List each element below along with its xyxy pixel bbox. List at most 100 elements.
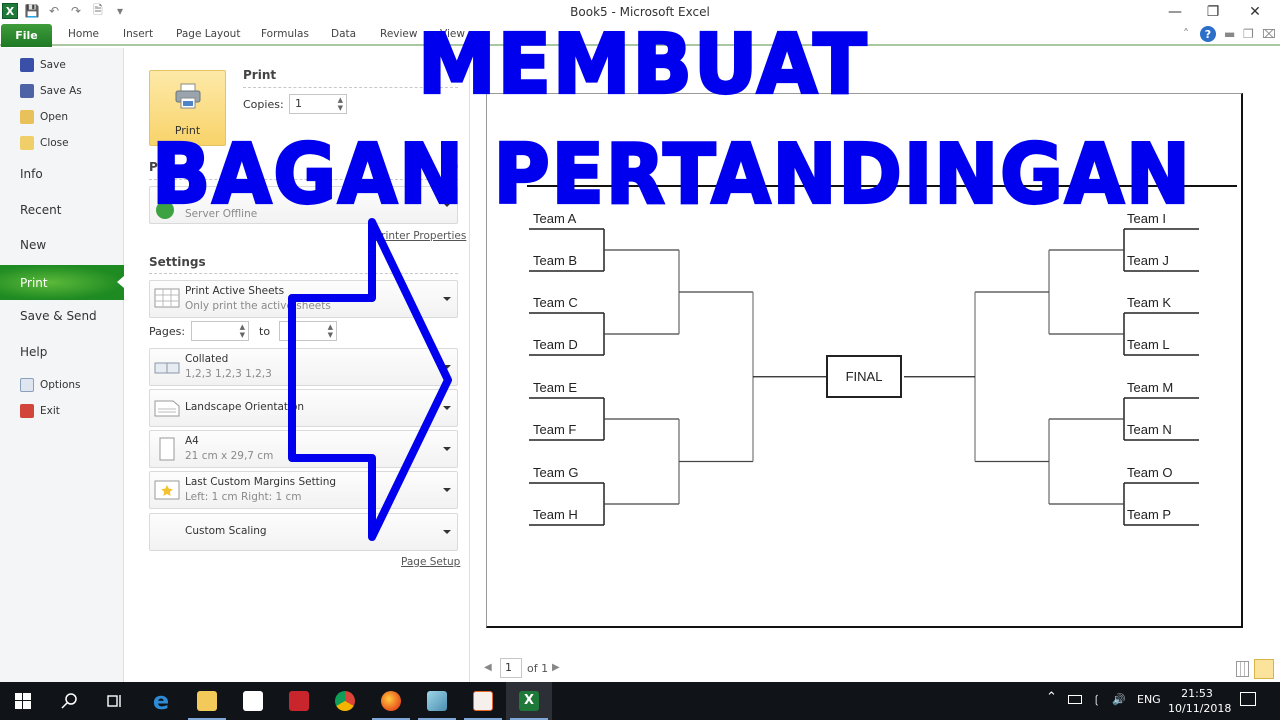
- tab-file[interactable]: File: [1, 24, 52, 47]
- paper-icon: [159, 437, 175, 461]
- window-title: Book5 - Microsoft Excel: [570, 5, 710, 19]
- backstage-nav: Save Save As Open Close Info Recent New …: [0, 48, 124, 682]
- volume-icon[interactable]: 🔊: [1112, 693, 1126, 706]
- nav-options-label: Options: [40, 379, 81, 391]
- clock[interactable]: 21:53 10/11/2018: [1168, 686, 1231, 716]
- workbook-minimize-icon[interactable]: ▬: [1224, 27, 1235, 41]
- search-button[interactable]: [46, 682, 92, 720]
- workbook-restore-icon[interactable]: ❐: [1243, 27, 1254, 41]
- taskbar-notepad-app[interactable]: [414, 682, 460, 720]
- open-folder-icon: [20, 110, 34, 124]
- action-center-icon[interactable]: [1240, 692, 1256, 706]
- tab-review[interactable]: Review: [380, 28, 417, 40]
- team-label: Team M: [1127, 380, 1174, 395]
- nav-close[interactable]: Close: [20, 136, 69, 150]
- nav-help[interactable]: Help: [20, 345, 47, 359]
- tab-home[interactable]: Home: [68, 28, 99, 40]
- minimize-ribbon-icon[interactable]: ˄: [1183, 27, 1189, 41]
- language-indicator[interactable]: ENG: [1137, 693, 1161, 706]
- final-box: FINAL: [826, 354, 902, 398]
- team-label: Team F: [533, 422, 577, 437]
- clock-time: 21:53: [1181, 687, 1213, 700]
- team-label: Team L: [1127, 337, 1170, 352]
- copies-input[interactable]: 1 ▲ ▼: [289, 94, 347, 114]
- options-icon: [20, 378, 34, 392]
- paper-title: A4: [185, 435, 199, 447]
- sheet-grid-icon: [154, 288, 180, 308]
- overlay-title-line2: BAGAN PERTANDINGAN: [151, 126, 1192, 224]
- scaling-title: Custom Scaling: [185, 525, 267, 537]
- settings-heading: Settings: [149, 255, 206, 269]
- task-view-button[interactable]: [92, 682, 138, 720]
- page-number-input[interactable]: 1: [500, 658, 522, 678]
- nav-save-as[interactable]: Save As: [20, 84, 82, 98]
- team-label: Team H: [533, 507, 578, 522]
- show-hidden-icons[interactable]: ⌃: [1046, 690, 1057, 705]
- page-setup-link[interactable]: Page Setup: [401, 556, 460, 568]
- wifi-icon[interactable]: ❲: [1092, 693, 1101, 706]
- taskbar-office-app[interactable]: [460, 682, 506, 720]
- team-label: Team P: [1127, 507, 1172, 522]
- minimize-button[interactable]: —: [1160, 3, 1190, 21]
- page-number-value: 1: [505, 661, 512, 674]
- nav-options[interactable]: Options: [20, 378, 81, 392]
- taskbar-file-explorer[interactable]: [184, 682, 230, 720]
- taskbar-excel[interactable]: X: [506, 682, 552, 720]
- pages-from-input[interactable]: ▲ ▼: [191, 321, 249, 341]
- collation-title: Collated: [185, 353, 229, 365]
- team-label: Team K: [1127, 295, 1172, 310]
- tab-page-layout[interactable]: Page Layout: [176, 28, 240, 40]
- nav-exit[interactable]: Exit: [20, 404, 60, 418]
- tab-insert[interactable]: Insert: [123, 28, 153, 40]
- taskbar-gift-app[interactable]: [276, 682, 322, 720]
- nav-new[interactable]: New: [20, 238, 46, 252]
- team-label: Team C: [533, 295, 578, 310]
- nav-open-label: Open: [40, 111, 69, 123]
- start-button[interactable]: [0, 682, 46, 720]
- taskbar-chrome[interactable]: [322, 682, 368, 720]
- pages-label: Pages:: [149, 325, 186, 338]
- close-folder-icon: [20, 136, 34, 150]
- tab-formulas[interactable]: Formulas: [261, 28, 309, 40]
- nav-close-label: Close: [40, 137, 69, 149]
- task-view-icon: [107, 695, 121, 707]
- save-icon: [20, 58, 34, 72]
- pages-from-spinner-icon[interactable]: ▲ ▼: [240, 323, 245, 339]
- copies-spinner-icon[interactable]: ▲ ▼: [338, 96, 343, 112]
- team-label: Team E: [533, 380, 578, 395]
- zoom-to-page-icon[interactable]: [1254, 659, 1274, 679]
- restore-button[interactable]: ❐: [1198, 3, 1228, 21]
- show-margins-icon[interactable]: [1236, 661, 1249, 677]
- notepad-icon: [427, 691, 447, 711]
- edge-icon: e: [152, 687, 170, 715]
- taskbar-firefox[interactable]: [368, 682, 414, 720]
- overlay-title-line1: MEMBUAT: [416, 16, 869, 114]
- gift-icon: [289, 691, 309, 711]
- nav-open[interactable]: Open: [20, 110, 68, 124]
- nav-info[interactable]: Info: [20, 167, 43, 181]
- taskbar: e X ⌃ ❲ 🔊 ENG 21:53 10/11/2018: [0, 682, 1280, 720]
- print-heading: Print: [243, 68, 277, 82]
- prev-page-icon[interactable]: ◀: [484, 662, 492, 673]
- nav-save-send[interactable]: Save & Send: [20, 309, 97, 323]
- workbook-close-icon[interactable]: ⌧: [1262, 27, 1276, 41]
- final-label: FINAL: [845, 368, 883, 384]
- team-label: Team J: [1127, 253, 1169, 268]
- battery-icon[interactable]: [1068, 695, 1082, 704]
- taskbar-edge[interactable]: e: [138, 682, 184, 720]
- nav-save[interactable]: Save: [20, 58, 66, 72]
- nav-print[interactable]: Print: [0, 265, 124, 300]
- nav-print-label: Print: [20, 275, 48, 290]
- next-page-icon[interactable]: ▶: [552, 662, 560, 673]
- close-button[interactable]: ✕: [1240, 3, 1270, 21]
- firefox-icon: [381, 691, 401, 711]
- tab-data[interactable]: Data: [331, 28, 356, 40]
- help-icon[interactable]: ?: [1200, 26, 1216, 42]
- nav-recent[interactable]: Recent: [20, 203, 61, 217]
- taskbar-store[interactable]: [230, 682, 276, 720]
- selected-indicator: [117, 276, 124, 288]
- team-label: Team B: [533, 253, 578, 268]
- store-icon: [243, 691, 263, 711]
- nav-save-as-label: Save As: [40, 85, 82, 97]
- team-label: Team D: [533, 337, 578, 352]
